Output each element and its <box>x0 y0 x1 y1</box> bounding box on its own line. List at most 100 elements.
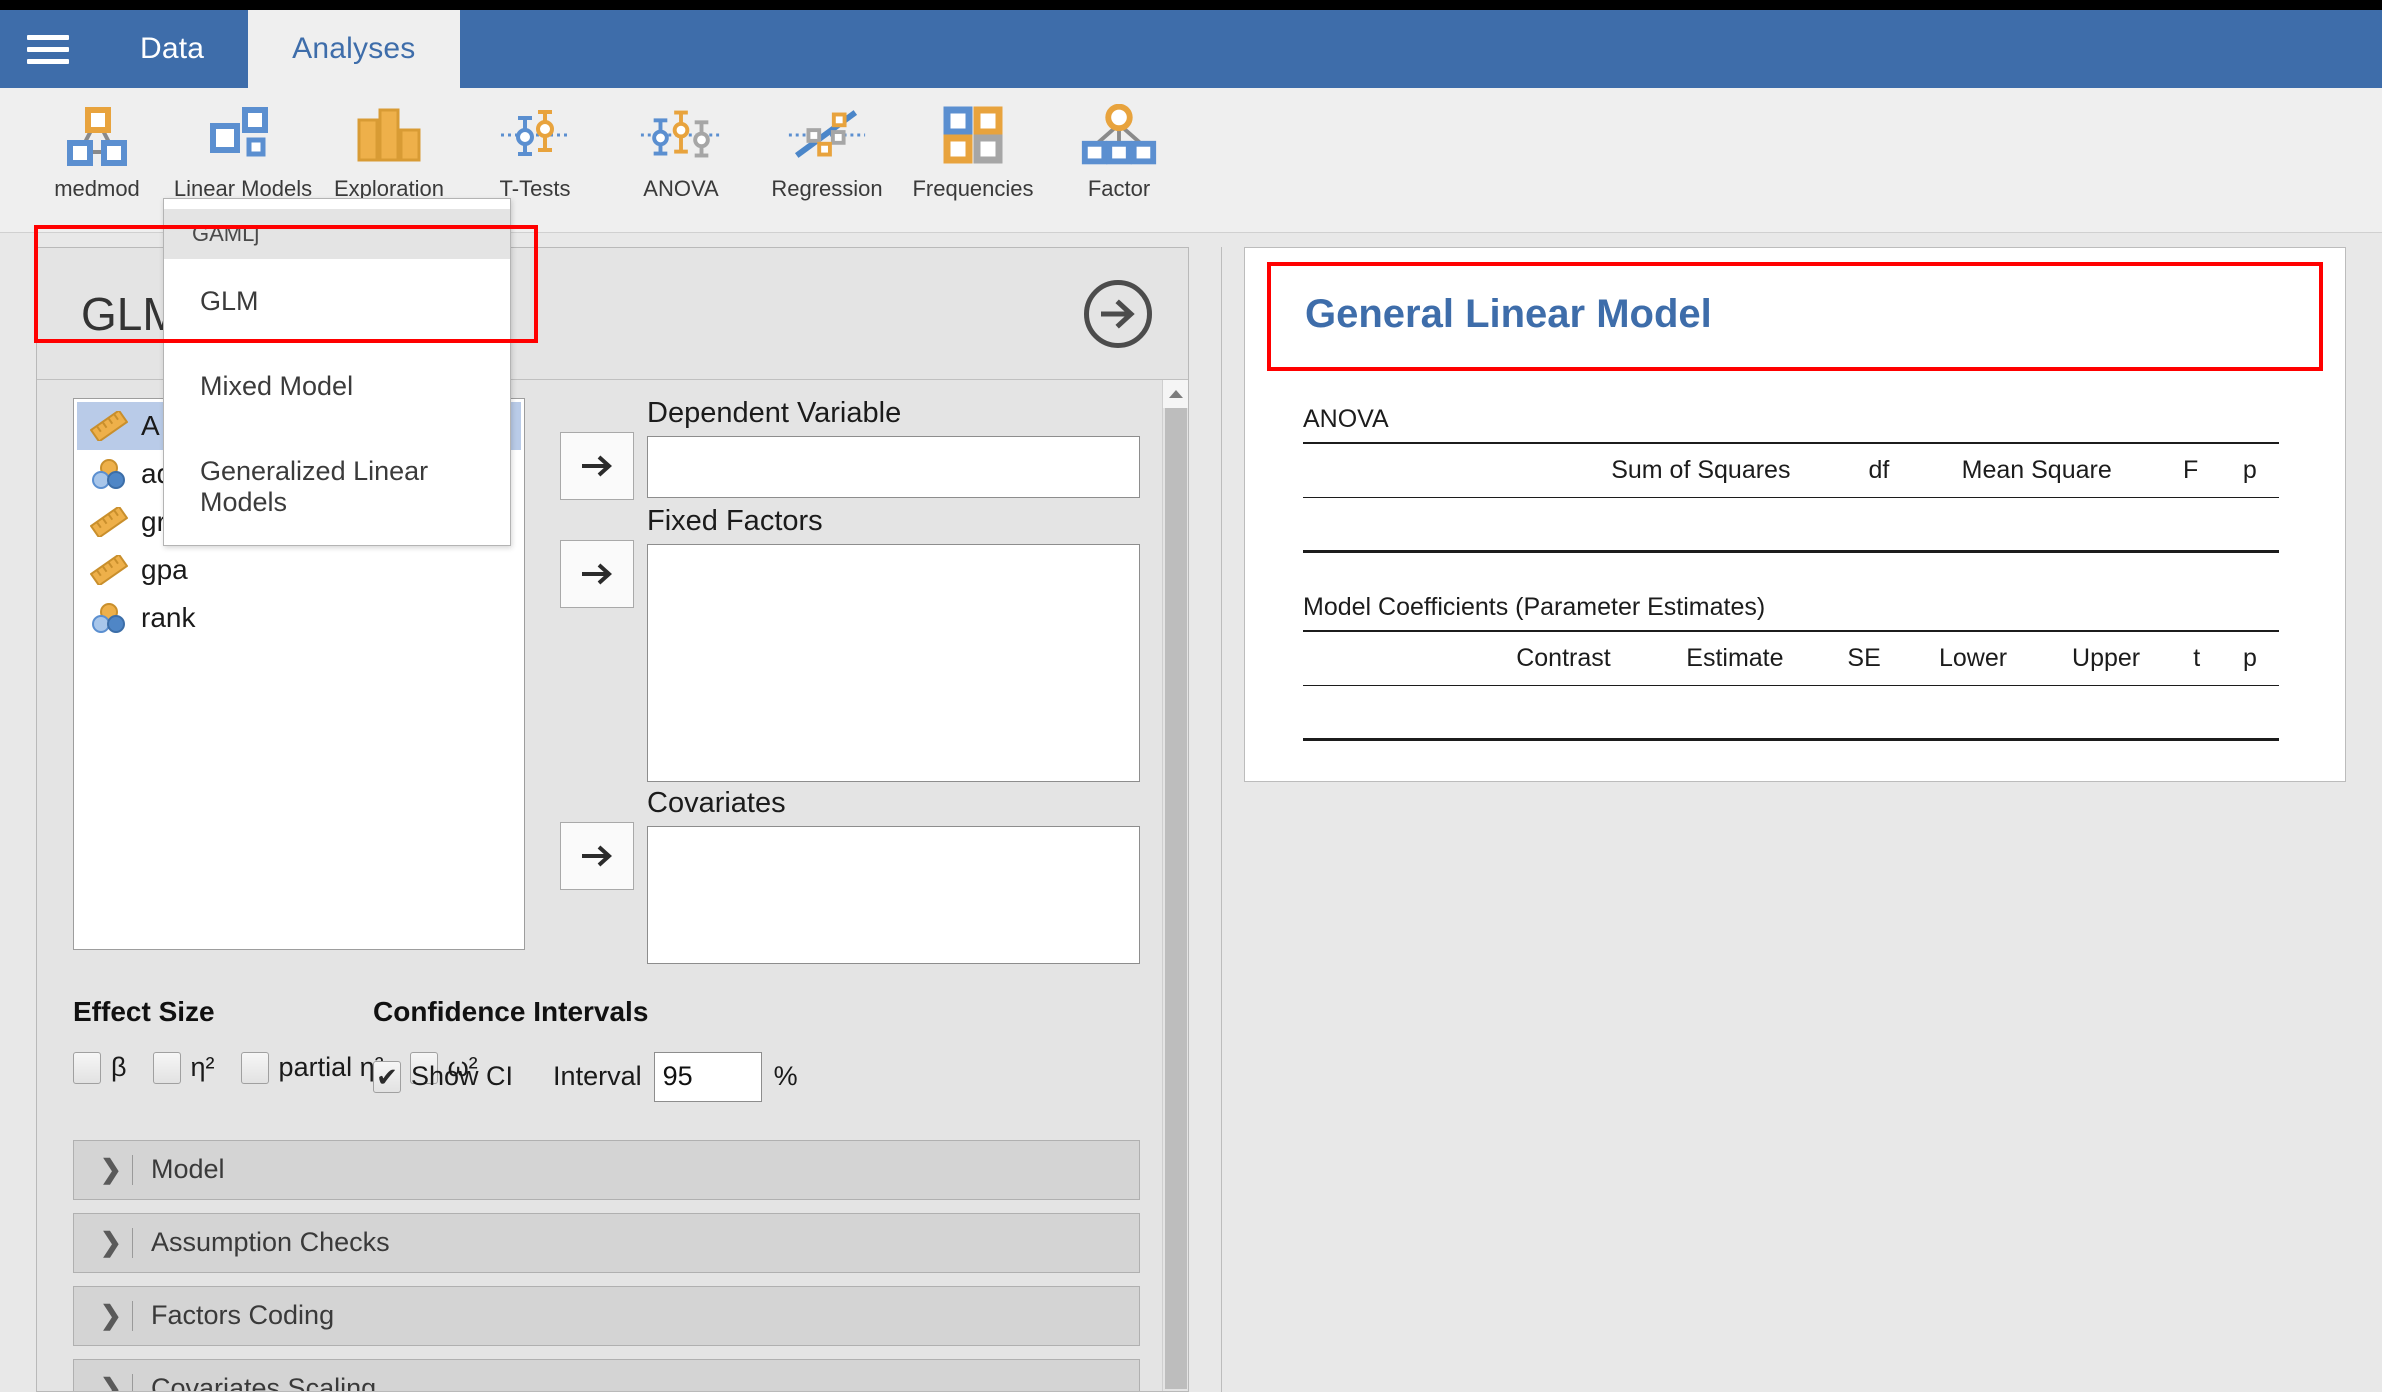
scattered-squares-icon <box>201 102 285 168</box>
four-squares-icon <box>931 102 1015 168</box>
section-label-model: Model <box>151 1154 225 1185</box>
anova-col-mean-square: Mean Square <box>1961 456 2112 484</box>
chevron-right-icon: ❯ <box>100 1154 122 1185</box>
table-header-row: Sum of Squares df Mean Square F p <box>1303 443 2279 498</box>
covariates-box[interactable] <box>647 825 1140 964</box>
label-show-ci: Show CI <box>411 1061 514 1092</box>
options-vertical-scrollbar[interactable] <box>1162 380 1188 1391</box>
tab-data[interactable]: Data <box>96 10 248 88</box>
assign-fixed-factors-button[interactable] <box>560 540 634 608</box>
dropdown-group-header-gamlj: GAMLj <box>164 209 510 259</box>
list-item[interactable]: gpa <box>77 546 521 594</box>
dependent-variable-box[interactable] <box>647 435 1140 498</box>
module-button-anova[interactable]: ANOVA <box>608 88 754 202</box>
three-errorbars-icon <box>639 102 723 168</box>
chevron-right-icon: ❯ <box>100 1300 122 1331</box>
confidence-intervals-title: Confidence Intervals <box>373 995 649 1027</box>
checkbox-partial-eta-squared[interactable] <box>240 1051 269 1084</box>
list-item[interactable]: rank <box>77 594 521 642</box>
label-beta: β <box>111 1052 127 1083</box>
target-field-col: Dependent Variable <box>647 397 1140 500</box>
module-label-regression: Regression <box>771 176 883 201</box>
divider <box>132 1154 133 1185</box>
effect-size-title: Effect Size <box>73 995 215 1027</box>
tab-data-label: Data <box>140 32 205 65</box>
two-errorbars-icon <box>493 102 577 168</box>
arrow-right-icon <box>582 845 612 867</box>
hamburger-menu-button[interactable] <box>0 10 96 88</box>
checkbox-eta-squared[interactable] <box>152 1051 181 1084</box>
variable-name: rank <box>141 602 196 633</box>
effect-size-group: Effect Size β η² partial η² ω² <box>73 995 478 1102</box>
tab-analyses[interactable]: Analyses <box>248 10 460 88</box>
anova-table: Sum of Squares df Mean Square F p <box>1303 442 2279 553</box>
fixed-factors-box[interactable] <box>647 543 1140 782</box>
section-factors-coding[interactable]: ❯ Factors Coding <box>73 1285 1140 1346</box>
confidence-intervals-group: Confidence Intervals ✔ Show CI Interval … <box>373 996 1162 1102</box>
coef-col-p: p <box>2243 644 2257 672</box>
module-button-exploration[interactable]: Exploration <box>316 88 462 202</box>
module-label-factor: Factor <box>1087 176 1151 201</box>
bar-chart-icon <box>347 102 431 168</box>
target-group-fixed-factors: Fixed Factors <box>547 505 1140 782</box>
anova-table-block: ANOVA Sum of Squares df Mean Square F p <box>1267 405 2323 553</box>
coef-col-lower: Lower <box>1939 644 2008 672</box>
label-fixed-factors: Fixed Factors <box>647 505 823 537</box>
check-mark-icon: ✔ <box>376 1061 398 1092</box>
chevron-right-icon: ❯ <box>100 1227 122 1258</box>
dropdown-item-generalized-linear-models[interactable]: Generalized Linear Models <box>164 429 510 545</box>
interval-input[interactable] <box>653 1051 762 1102</box>
target-group-dependent-variable: Dependent Variable <box>547 397 1140 500</box>
linear-models-dropdown-menu[interactable]: GAMLj GLM Mixed Model Generalized Linear… <box>163 198 511 546</box>
arrow-right-icon <box>582 563 612 585</box>
effect-size-and-ci-row: Effect Size β η² partial η² ω² Confidenc… <box>37 970 1162 1102</box>
assign-covariates-button[interactable] <box>560 821 634 890</box>
arrow-right-circle-icon[interactable] <box>1084 279 1152 348</box>
scrollbar-thumb[interactable] <box>1164 408 1187 1389</box>
section-label-factors-coding: Factors Coding <box>151 1300 335 1331</box>
coefficients-table-block: Model Coefficients (Parameter Estimates)… <box>1267 593 2323 741</box>
nominal-circles-icon <box>87 455 131 493</box>
target-field-col: Fixed Factors <box>647 505 1140 782</box>
coef-col-blank <box>1303 631 1479 686</box>
nominal-circles-icon <box>87 599 131 637</box>
effect-size-checkboxes: β η² partial η² ω² <box>73 1051 478 1084</box>
transfer-button-col <box>547 398 647 500</box>
divider <box>132 1227 133 1258</box>
checkbox-show-ci[interactable]: ✔ <box>373 1060 401 1093</box>
results-card: General Linear Model ANOVA Sum of Square… <box>1244 247 2346 782</box>
coef-col-t: t <box>2193 644 2201 672</box>
variable-name: A <box>141 410 160 441</box>
chevron-right-icon: ❯ <box>100 1373 122 1391</box>
module-button-regression[interactable]: Regression <box>754 88 900 202</box>
arrow-right-icon <box>582 455 612 477</box>
module-button-frequencies[interactable]: Frequencies <box>900 88 1046 202</box>
assign-dependent-variable-button[interactable] <box>560 432 634 500</box>
divider <box>132 1300 133 1331</box>
module-button-linear-models[interactable]: Linear Models <box>170 88 316 202</box>
window-title-strip <box>0 0 2382 10</box>
section-covariates-scaling[interactable]: ❯ Covariates Scaling <box>73 1358 1140 1391</box>
label-partial-eta-squared: partial η² <box>278 1052 384 1083</box>
mediation-network-icon <box>55 102 139 168</box>
coefficients-table-caption: Model Coefficients (Parameter Estimates) <box>1303 593 1766 621</box>
ruler-icon <box>87 407 131 445</box>
variable-name: gpa <box>141 554 188 585</box>
tab-analyses-label: Analyses <box>292 32 416 65</box>
section-model[interactable]: ❯ Model <box>73 1139 1140 1200</box>
label-eta-squared: η² <box>190 1052 215 1083</box>
label-covariates: Covariates <box>647 786 786 819</box>
module-button-factor[interactable]: Factor <box>1046 88 1192 202</box>
coef-col-se: SE <box>1847 644 1881 672</box>
transfer-button-col <box>547 506 647 782</box>
section-assumption-checks[interactable]: ❯ Assumption Checks <box>73 1212 1140 1273</box>
dropdown-item-glm[interactable]: GLM <box>164 259 510 344</box>
regression-line-icon <box>785 102 869 168</box>
checkbox-beta[interactable] <box>73 1051 101 1084</box>
ribbon-tab-bar: Data Analyses <box>0 10 2382 88</box>
module-button-medmod[interactable]: medmod <box>24 88 170 202</box>
dropdown-item-mixed-model[interactable]: Mixed Model <box>164 344 510 429</box>
caret-up-icon[interactable] <box>1162 380 1188 408</box>
module-button-t-tests[interactable]: T-Tests <box>462 88 608 202</box>
module-label-anova: ANOVA <box>643 176 719 201</box>
